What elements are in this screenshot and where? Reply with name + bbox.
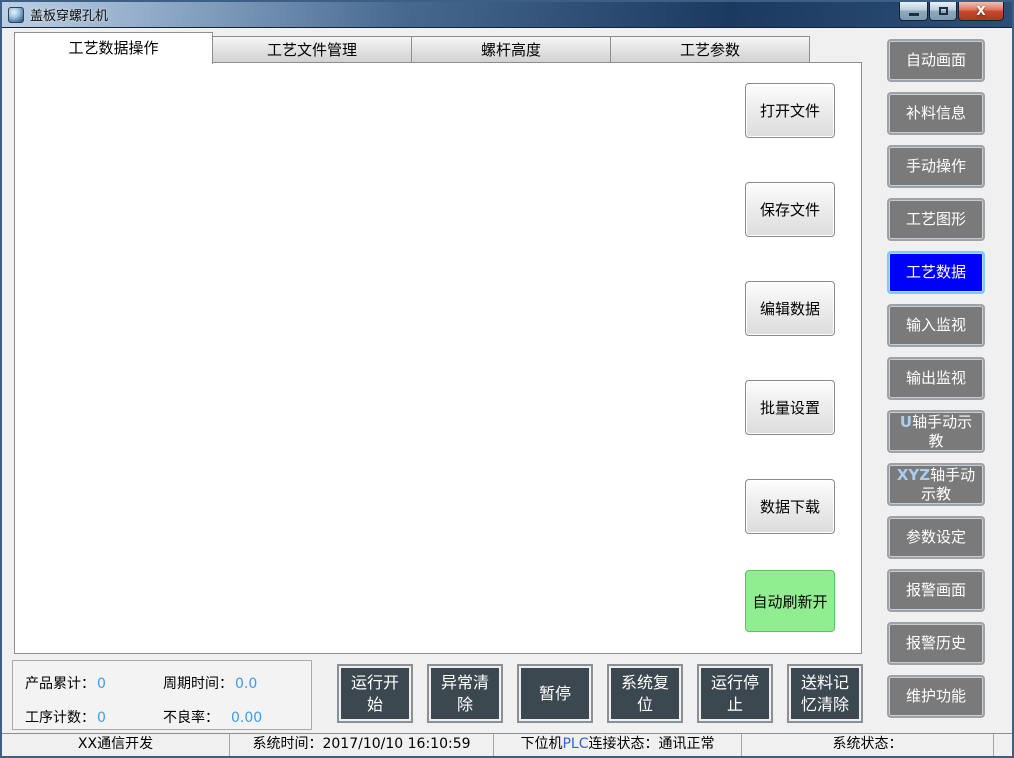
nav-button-maintenance[interactable]: 维护功能 — [887, 675, 985, 718]
tab-process-file-management[interactable]: 工艺文件管理 — [213, 36, 412, 63]
window-title: 盖板穿螺孔机 — [30, 5, 108, 24]
close-icon: X — [976, 4, 985, 18]
nav-label: 维护功能 — [906, 687, 966, 706]
system-reset-button[interactable]: 系统复 位 — [607, 664, 683, 723]
data-download-button[interactable]: 数据下载 — [745, 479, 835, 534]
u-axis-prefix: U — [900, 413, 912, 431]
nav-label: 报警历史 — [906, 634, 966, 653]
pause-button[interactable]: 暂停 — [517, 664, 593, 723]
xyz-axis-prefix: XYZ — [897, 466, 930, 484]
open-file-button[interactable]: 打开文件 — [745, 83, 835, 138]
defect-rate-counter: 不良率：0.00 — [163, 707, 311, 729]
status-plc-connection: 下位机PLC连接状态：通讯正常 — [494, 734, 742, 756]
error-clear-button[interactable]: 异常清 除 — [427, 664, 503, 723]
maximize-button[interactable] — [929, 2, 957, 21]
feed-memory-clear-button[interactable]: 送料记 忆清除 — [787, 664, 863, 723]
nav-button-xyz-axis-teach[interactable]: XYZ轴手动 示教 — [887, 463, 985, 506]
tab-strip: 工艺数据操作 工艺文件管理 螺杆高度 工艺参数 — [14, 36, 810, 64]
process-count-counter: 工序计数：0 — [25, 707, 163, 729]
tab-page — [14, 62, 862, 654]
tab-screw-height[interactable]: 螺杆高度 — [412, 36, 611, 63]
nav-button-u-axis-teach[interactable]: U轴手动示 教 — [887, 410, 985, 453]
tab-process-data-operation[interactable]: 工艺数据操作 — [14, 32, 213, 64]
maximize-icon — [939, 7, 948, 15]
nav-button-auto-screen[interactable]: 自动画面 — [887, 39, 985, 82]
run-stop-button[interactable]: 运行停 止 — [697, 664, 773, 723]
nav-label: 轴手动示 教 — [912, 413, 972, 450]
nav-button-process-data[interactable]: 工艺数据 — [887, 251, 985, 294]
cycle-time-counter: 周期时间：0.0 — [163, 673, 311, 695]
production-counters-panel: 产品累计：0 周期时间：0.0 工序计数：0 不良率：0.00 — [12, 660, 312, 730]
title-bar: 盖板穿螺孔机 X — [2, 2, 1012, 28]
save-file-button[interactable]: 保存文件 — [745, 182, 835, 237]
app-icon — [8, 7, 24, 23]
auto-refresh-button[interactable]: 自动刷新开 — [745, 570, 835, 632]
status-system-state: 系统状态： — [742, 734, 994, 756]
edit-data-button[interactable]: 编辑数据 — [745, 281, 835, 336]
nav-label: 自动画面 — [906, 51, 966, 70]
nav-label: 工艺图形 — [906, 210, 966, 229]
close-button[interactable]: X — [958, 2, 1004, 21]
nav-button-alarm-history[interactable]: 报警历史 — [887, 622, 985, 665]
nav-label: 手动操作 — [906, 157, 966, 176]
nav-button-manual-operation[interactable]: 手动操作 — [887, 145, 985, 188]
nav-button-input-monitor[interactable]: 输入监视 — [887, 304, 985, 347]
nav-button-output-monitor[interactable]: 输出监视 — [887, 357, 985, 400]
batch-set-button[interactable]: 批量设置 — [745, 380, 835, 435]
nav-button-refill-info[interactable]: 补料信息 — [887, 92, 985, 135]
nav-button-alarm-screen[interactable]: 报警画面 — [887, 569, 985, 612]
nav-label: 输入监视 — [906, 316, 966, 335]
status-dev-name: XX通信开发 — [2, 734, 230, 756]
status-bar: XX通信开发 系统时间：2017/10/10 16:10:59 下位机PLC连接… — [2, 733, 1012, 756]
nav-button-parameter-setting[interactable]: 参数设定 — [887, 516, 985, 559]
nav-label: 轴手动 示教 — [921, 466, 975, 503]
nav-button-process-graphic[interactable]: 工艺图形 — [887, 198, 985, 241]
run-start-button[interactable]: 运行开 始 — [337, 664, 413, 723]
nav-label: 报警画面 — [906, 581, 966, 600]
nav-label: 参数设定 — [906, 528, 966, 547]
nav-label: 补料信息 — [906, 104, 966, 123]
nav-label: 输出监视 — [906, 369, 966, 388]
minimize-icon — [909, 13, 919, 16]
nav-label: 工艺数据 — [906, 263, 966, 282]
app-window: 盖板穿螺孔机 X 工艺数据操作 工艺文件管理 螺杆高度 工艺参数 NoXY检测高… — [0, 0, 1014, 758]
tab-process-parameters[interactable]: 工艺参数 — [611, 36, 810, 63]
product-total-counter: 产品累计：0 — [25, 673, 163, 695]
status-spacer — [994, 734, 1012, 756]
minimize-button[interactable] — [899, 2, 928, 21]
status-system-time: 系统时间：2017/10/10 16:10:59 — [230, 734, 494, 756]
